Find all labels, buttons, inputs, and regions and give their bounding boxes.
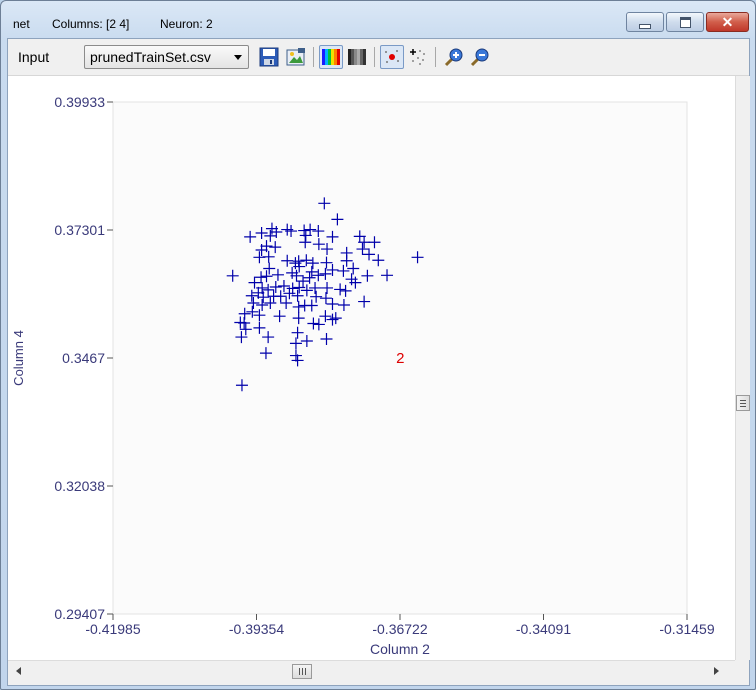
show-points-button[interactable] <box>380 45 404 69</box>
y-tick-label: 0.3467 <box>62 350 105 366</box>
close-icon: ✕ <box>721 14 734 30</box>
horizontal-scrollbar[interactable] <box>8 660 735 685</box>
neuron-label: 2 <box>396 350 404 367</box>
scatter-icon <box>410 49 425 65</box>
y-tick-label: 0.37301 <box>54 222 105 238</box>
grayscale-icon <box>348 49 366 65</box>
input-file-select-value: prunedTrainSet.csv <box>90 49 211 65</box>
color-palette-icon <box>322 49 340 65</box>
vertical-scroll-thumb[interactable] <box>736 395 750 411</box>
y-tick-label: 0.39933 <box>54 94 105 110</box>
app-window: net Columns: [2 4] Neuron: 2 ✕ Input pru… <box>0 0 756 690</box>
zoom-out-icon <box>470 48 489 67</box>
scatter-button[interactable] <box>406 45 430 69</box>
grayscale-button[interactable] <box>345 45 369 69</box>
close-button[interactable]: ✕ <box>706 12 749 32</box>
chevron-down-icon <box>234 55 242 60</box>
save-button[interactable] <box>257 45 281 69</box>
toolbar: Input prunedTrainSet.csv <box>8 39 749 76</box>
zoom-in-icon <box>444 48 463 67</box>
x-tick-label: -0.41985 <box>85 621 140 637</box>
plot-area[interactable]: -0.41985 -0.39354 -0.36722 -0.34091 -0.31459… <box>8 76 735 660</box>
title-bar: net Columns: [2 4] Neuron: 2 ✕ <box>1 1 755 37</box>
maximize-icon <box>679 16 691 28</box>
scroll-left-icon[interactable] <box>16 667 21 675</box>
y-tick-label: 0.29407 <box>54 606 105 622</box>
show-points-icon <box>385 50 399 63</box>
save-icon <box>259 47 279 67</box>
window-title-columns: Columns: [2 4] <box>52 17 130 31</box>
scatter-chart: -0.41985 -0.39354 -0.36722 -0.34091 -0.31459… <box>11 94 715 657</box>
x-tick-label: -0.34091 <box>516 621 571 637</box>
zoom-out-button[interactable] <box>468 45 492 69</box>
export-image-button[interactable] <box>284 45 308 69</box>
y-tick-label: 0.32038 <box>54 478 105 494</box>
zoom-in-button[interactable] <box>442 45 466 69</box>
y-axis-label: Column 4 <box>11 330 26 386</box>
horizontal-scroll-thumb[interactable] <box>292 664 312 679</box>
x-tick-label: -0.31459 <box>659 621 714 637</box>
scrollbar-corner <box>735 660 749 684</box>
scroll-right-icon[interactable] <box>714 667 719 675</box>
toolbar-separator <box>435 47 436 67</box>
x-tick-label: -0.39354 <box>229 621 284 637</box>
input-label: Input <box>18 49 50 65</box>
input-file-select[interactable]: prunedTrainSet.csv <box>84 45 249 69</box>
minimize-button[interactable] <box>626 12 664 32</box>
x-axis-label: Column 2 <box>370 641 430 657</box>
window-title-neuron: Neuron: 2 <box>160 17 213 31</box>
export-image-icon <box>286 48 305 66</box>
minimize-icon <box>639 23 651 29</box>
window-title-net: net <box>13 17 30 31</box>
color-palette-button[interactable] <box>319 45 343 69</box>
x-tick-label: -0.36722 <box>372 621 427 637</box>
toolbar-separator <box>313 47 314 67</box>
vertical-scrollbar[interactable] <box>735 76 750 660</box>
maximize-button[interactable] <box>666 12 704 32</box>
toolbar-separator <box>374 47 375 67</box>
client-area: Input prunedTrainSet.csv -0.41985 -0.393… <box>7 38 750 686</box>
